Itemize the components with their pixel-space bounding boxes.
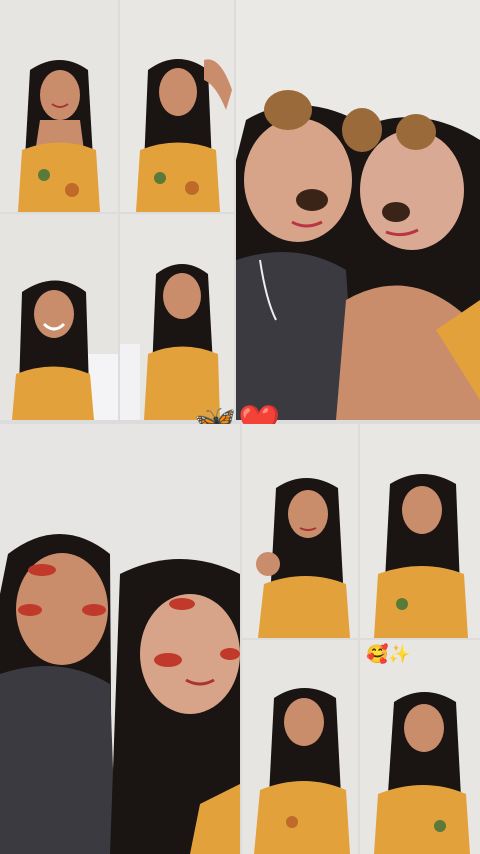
photo-top-left-4: [120, 214, 234, 420]
photo-bottom-right-1: [242, 424, 358, 638]
woman-smiling-photo: [0, 0, 118, 212]
sparkle-icon: ✨: [388, 644, 411, 665]
woman-hand-in-hair-photo: [120, 0, 234, 212]
two-women-kiss-filter-selfie: [0, 424, 240, 854]
smiling-hearts-face-icon: 🥰: [366, 644, 389, 665]
woman-smiling-seated-photo: [360, 424, 480, 638]
woman-laughing-photo: [0, 214, 118, 420]
two-women-dog-filter-selfie: [236, 0, 480, 420]
woman-posing-photo: [242, 640, 358, 854]
woman-hand-at-chin-photo: [242, 424, 358, 638]
photo-bottom-right-2: [360, 424, 480, 638]
photo-selfie-kiss-filter: [0, 424, 240, 854]
photo-bottom-right-4: 🥰 ✨: [360, 640, 480, 854]
photo-top-left-2: [120, 0, 234, 212]
photo-selfie-dog-filter: [236, 0, 480, 420]
photo-top-left-1: [0, 0, 118, 212]
woman-looking-forward-photo: [360, 640, 480, 854]
woman-seated-photo: [120, 214, 234, 420]
photo-top-left-3: [0, 214, 118, 420]
photo-bottom-right-3: [242, 640, 358, 854]
